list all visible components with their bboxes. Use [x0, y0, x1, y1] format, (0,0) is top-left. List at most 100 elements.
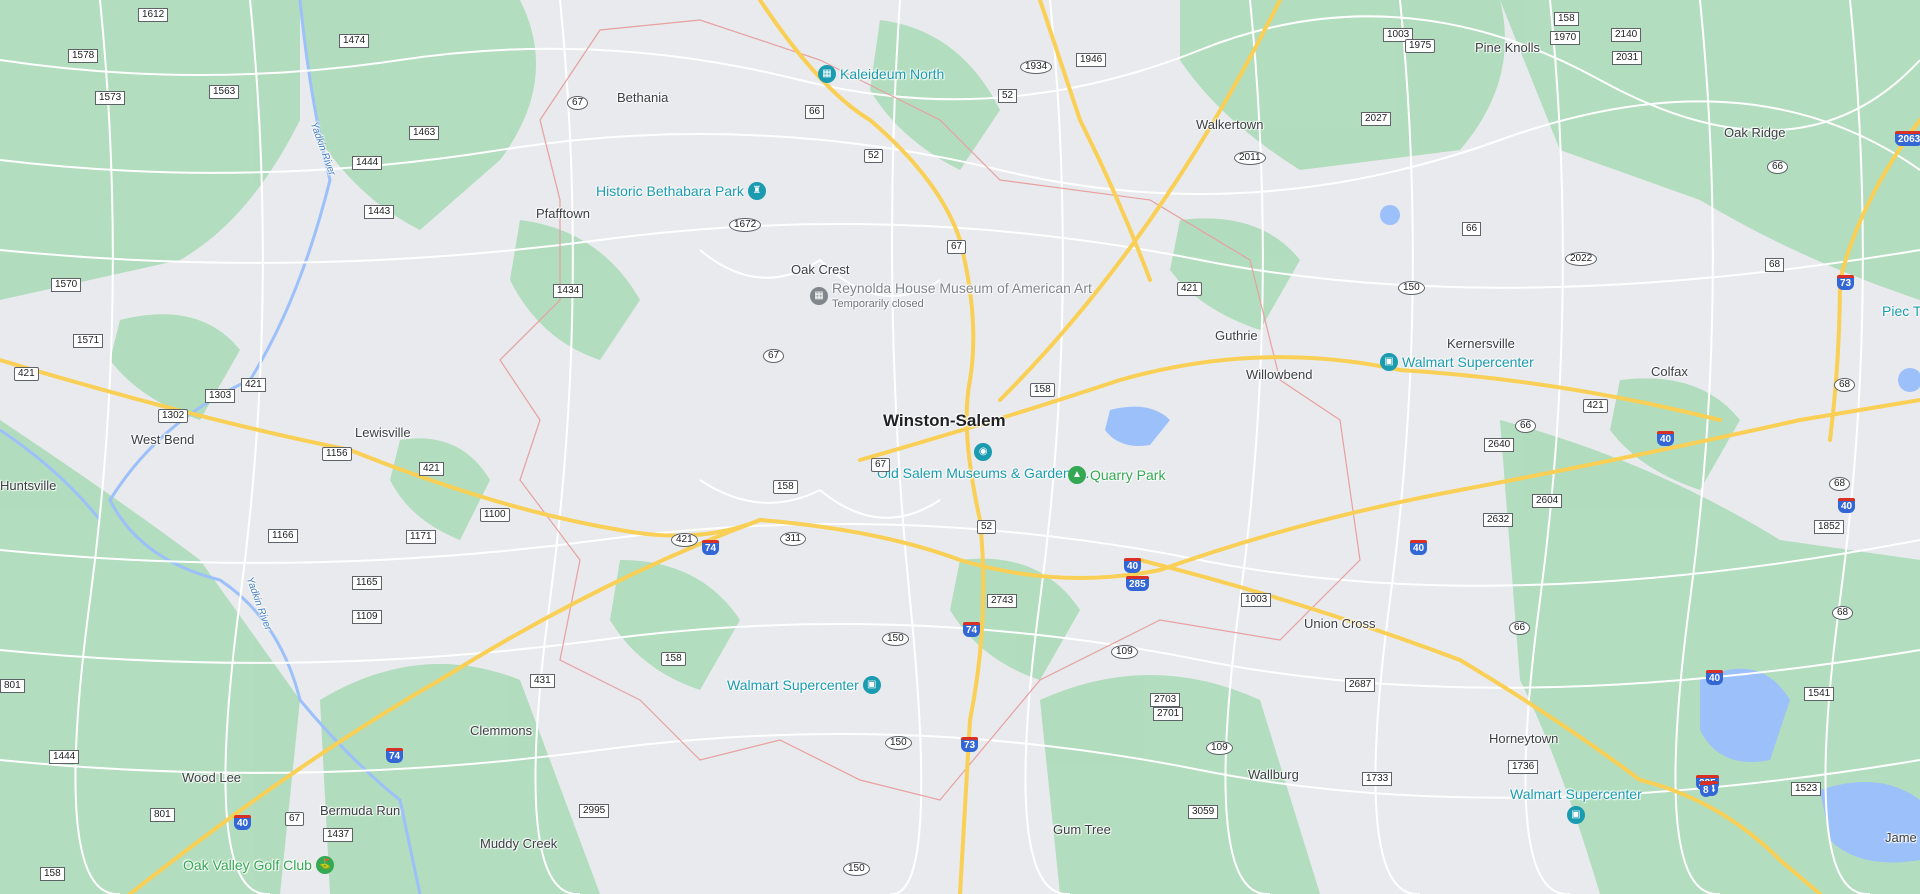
route-shield: 1003: [1241, 593, 1272, 607]
route-shield: 150: [882, 632, 909, 646]
route-shield: 150: [1398, 281, 1425, 295]
place-label: Walkertown: [1196, 117, 1264, 132]
city-label-winston-salem: Winston-Salem: [883, 411, 1006, 430]
route-shield: 2063: [1895, 131, 1920, 146]
poi-marker[interactable]: ▦ Reynolda House Museum of American Art Te…: [810, 280, 1092, 312]
route-shield: 158: [40, 867, 65, 881]
route-shield: 74: [386, 748, 404, 763]
route-shield: 1165: [352, 576, 382, 590]
place-label: Willowbend: [1246, 367, 1313, 382]
place-label: Muddy Creek: [480, 836, 558, 851]
route-shield: 1570: [51, 278, 82, 292]
route-shield: 801: [150, 808, 175, 822]
route-shield: 1672: [729, 218, 762, 232]
map-canvas[interactable]: Winston-Salem Bethania Pfafftown Oak Crest L…: [0, 0, 1920, 894]
route-shield: 1303: [205, 389, 236, 403]
place-label: Bethania: [617, 90, 669, 105]
poi-marker[interactable]: Historic Bethabara Park ♜: [596, 182, 766, 200]
place-label: Oak Crest: [791, 262, 850, 277]
route-shield: 158: [661, 652, 686, 666]
place-label: West Bend: [131, 432, 195, 447]
poi-marker[interactable]: Walmart Supercenter ▣: [727, 676, 881, 694]
place-label: Bermuda Run: [320, 803, 401, 818]
route-shield: 109: [1206, 741, 1233, 755]
route-shield: 311: [780, 532, 806, 546]
route-shield: 2640: [1484, 438, 1515, 452]
route-shield: 66: [1509, 621, 1531, 635]
route-shield: 1156: [322, 447, 352, 461]
route-shield: 1736: [1508, 760, 1539, 774]
route-shield: 1612: [138, 8, 169, 22]
route-shield: 68: [1834, 378, 1856, 392]
poi-status-label: Temporarily closed: [832, 298, 924, 310]
route-shield: 3059: [1188, 805, 1219, 819]
place-label: Guthrie: [1215, 328, 1258, 343]
route-shield: 66: [1515, 419, 1537, 433]
golf-icon: ⛳: [315, 856, 334, 874]
place-label: Wallburg: [1248, 767, 1299, 782]
route-shield: 421: [1583, 399, 1608, 413]
route-shield: 66: [1462, 222, 1482, 236]
route-shield: 150: [843, 862, 870, 876]
route-shield: 67: [871, 458, 891, 472]
route-shield: 1474: [339, 34, 370, 48]
route-shield: 67: [947, 240, 967, 254]
route-shield: 67: [285, 812, 305, 826]
route-shield: 2701: [1153, 707, 1184, 721]
route-shield: 68: [1765, 258, 1785, 272]
route-shield: 74: [702, 540, 720, 555]
poi-name-label: Piec Ti Intern Ai: [1882, 303, 1920, 319]
route-shield: 421: [1177, 282, 1202, 296]
museum-icon: ▦: [810, 287, 828, 305]
route-shield: 421: [14, 367, 39, 381]
route-shield: 67: [763, 349, 785, 363]
route-shield: 158: [1554, 12, 1579, 26]
poi-name-label: Walmart Supercenter: [1510, 786, 1642, 802]
route-shield: 40: [1410, 540, 1428, 555]
route-shield: 40: [1706, 670, 1724, 685]
poi-name-label: Quarry Park: [1090, 467, 1166, 483]
landmark-icon: ♜: [747, 182, 766, 200]
place-label: Horneytown: [1489, 731, 1559, 746]
route-shield: 1100: [480, 508, 510, 522]
poi-name-label: Old Salem Museums & Gardens...: [877, 465, 1090, 481]
route-shield: 2604: [1532, 494, 1563, 508]
poi-marker[interactable]: ▣ Walmart Supercenter: [1380, 353, 1534, 371]
route-shield: 1578: [68, 49, 99, 63]
route-shield: 66: [805, 105, 825, 119]
route-shield: 1541: [1804, 687, 1835, 701]
route-shield: 1109: [352, 610, 382, 624]
route-shield: 1444: [352, 156, 383, 170]
museum-icon: ▦: [818, 65, 836, 83]
route-shield: 431: [530, 674, 555, 688]
route-shield: 285: [1126, 576, 1149, 591]
route-shield: 67: [567, 96, 589, 110]
route-shield: 421: [241, 378, 266, 392]
place-label: Huntsville: [0, 478, 57, 493]
poi-marker[interactable]: Walmart Supercenter ▣: [1510, 786, 1642, 824]
poi-marker[interactable]: ◉ Old Salem Museums & Gardens...: [877, 443, 1089, 481]
route-shield: 73: [1837, 275, 1855, 290]
route-shield: 2011: [1234, 151, 1266, 165]
poi-marker[interactable]: ▦ Kaleideum North: [818, 65, 944, 83]
poi-marker[interactable]: ▲ Quarry Park: [1068, 466, 1165, 484]
route-shield: 40: [234, 815, 252, 830]
poi-marker[interactable]: Oak Valley Golf Club ⛳: [183, 856, 334, 874]
shopping-bag-icon: ▣: [862, 676, 881, 694]
route-shield: 421: [419, 462, 444, 476]
route-shield: 1975: [1405, 39, 1436, 53]
route-shield: 52: [864, 149, 884, 163]
route-shield: 150: [885, 736, 912, 750]
route-shield: 1852: [1814, 520, 1845, 534]
route-shield: 1444: [49, 750, 80, 764]
route-shield: 2027: [1361, 112, 1392, 126]
poi-marker[interactable]: Piec Ti Intern Ai: [1882, 303, 1920, 319]
place-label: Pfafftown: [536, 206, 590, 221]
place-label: Pine Knolls: [1475, 40, 1541, 55]
route-shield: 158: [1030, 383, 1055, 397]
route-shield: 1571: [73, 334, 104, 348]
route-shield: 66: [1767, 160, 1789, 174]
route-shield: 109: [1111, 645, 1138, 659]
route-shield: 1573: [95, 91, 126, 105]
route-shield: 1171: [406, 530, 436, 544]
